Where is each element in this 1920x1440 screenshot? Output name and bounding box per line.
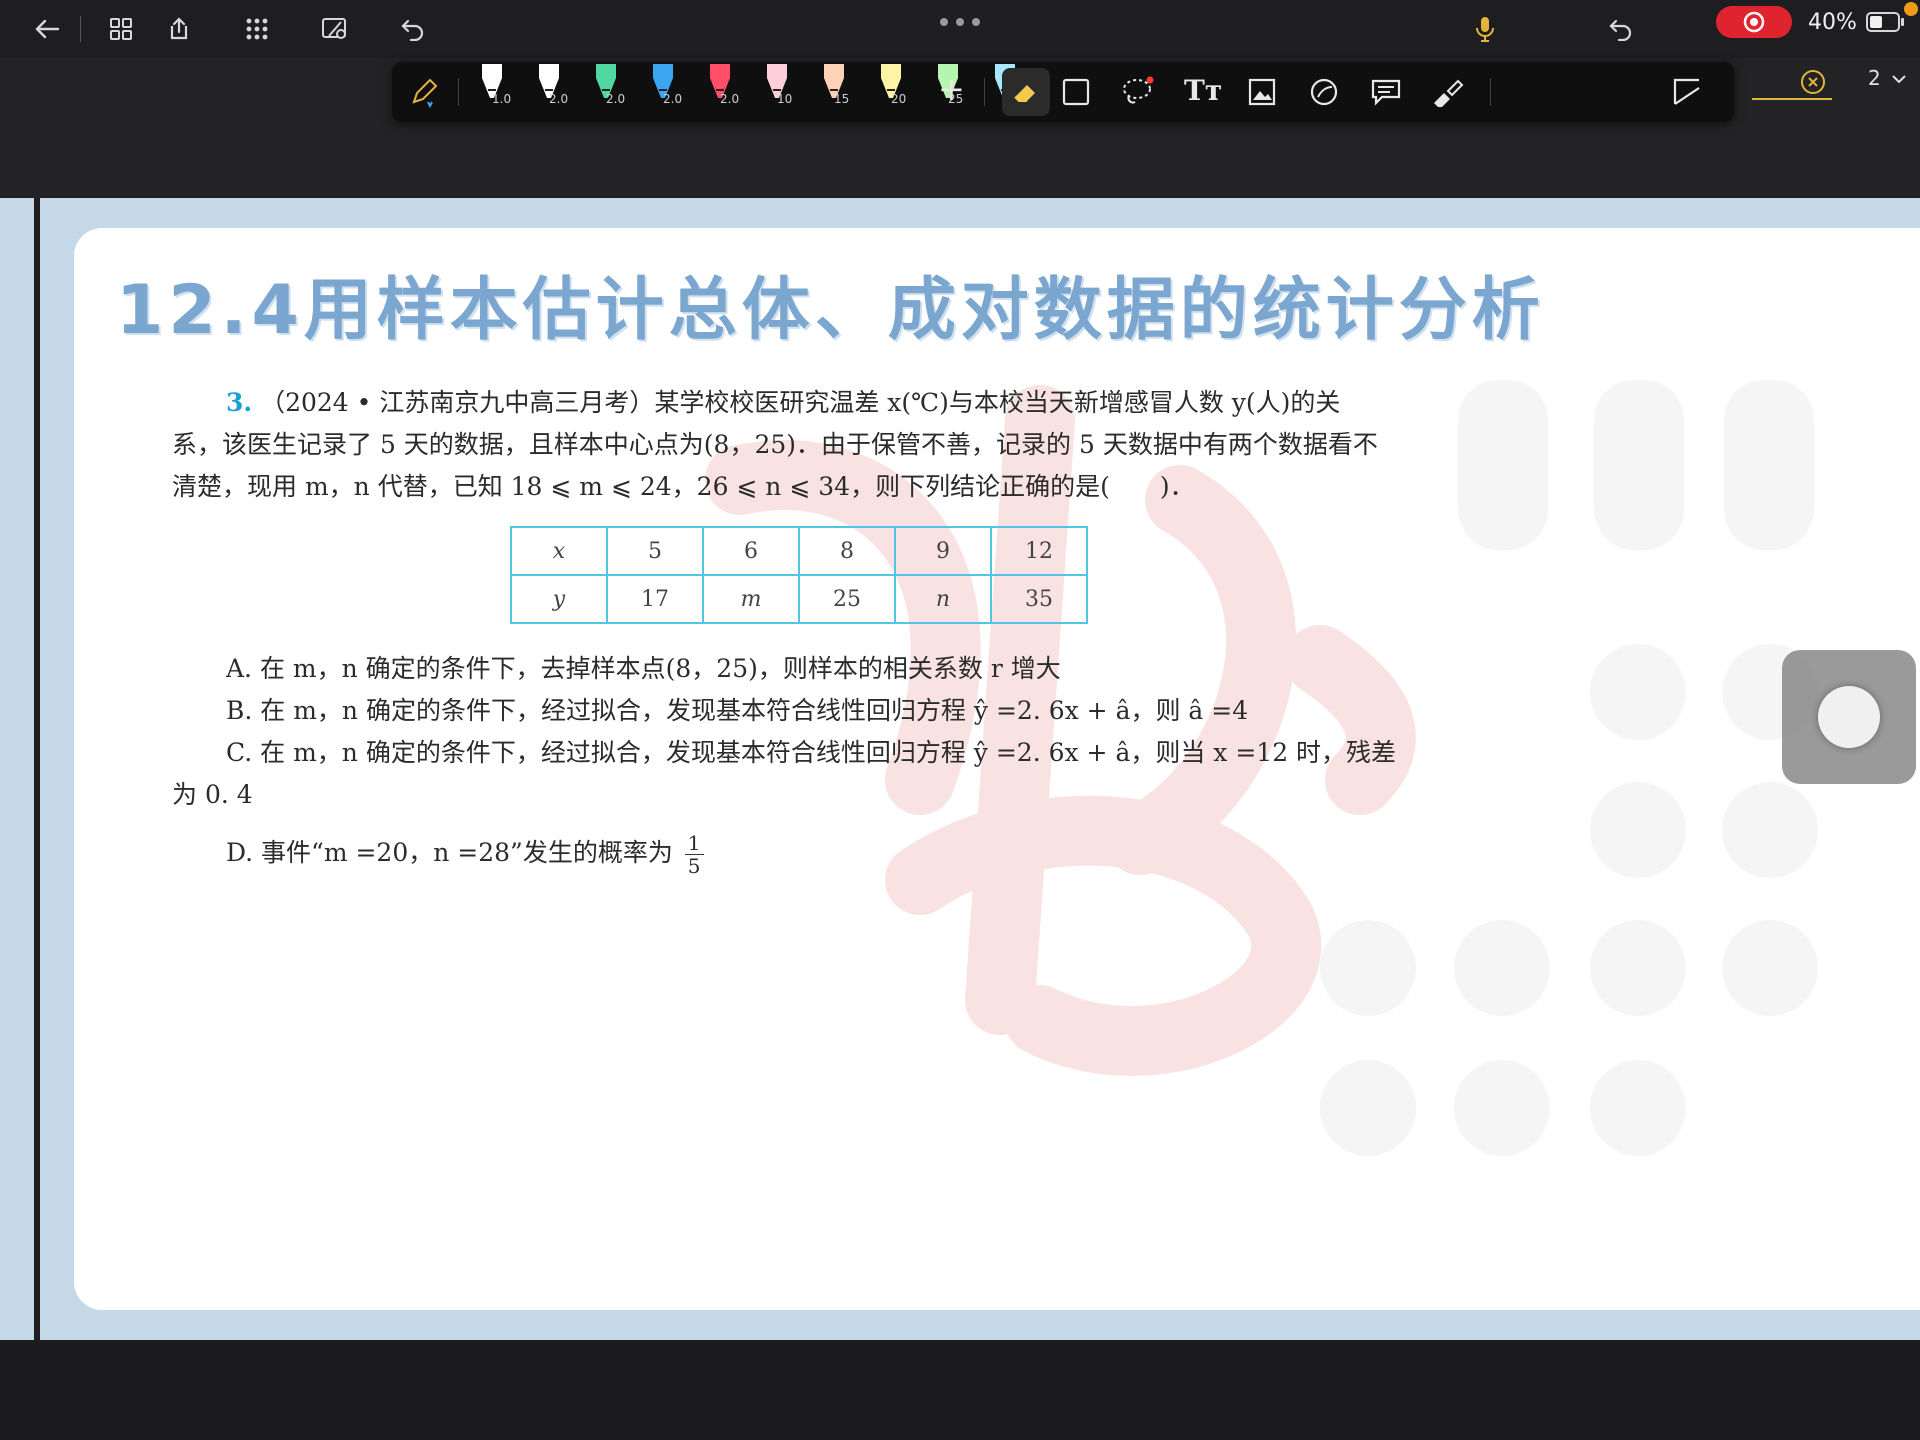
redo-icon[interactable] <box>1604 12 1638 46</box>
toolbar-divider <box>80 16 81 42</box>
toolbar-collapse-icon[interactable] <box>1668 74 1708 110</box>
table-cell: 6 <box>702 526 800 576</box>
pen-slot[interactable]: 2.0 <box>641 62 685 122</box>
option-d: D. 事件“m =20，n =28”发生的概率为 1 5 <box>226 832 704 877</box>
ghost-control <box>1724 380 1814 550</box>
pen-slot[interactable]: 20 <box>869 62 913 122</box>
question-line: 3. （2024 • 江苏南京九中高三月考）某学校校医研究温差 x(℃)与本校当… <box>172 382 1432 424</box>
question-line-3: 清楚，现用 m，n 代替，已知 18 ⩽ m ⩽ 24，26 ⩽ n ⩽ 34，… <box>172 472 1195 501</box>
ghost-control <box>1590 644 1686 740</box>
battery-percentage: 40% <box>1808 10 1857 35</box>
table-cell: 35 <box>990 574 1088 624</box>
table-cell: y <box>510 574 608 624</box>
text-tool-icon[interactable]: Tт <box>1184 74 1222 107</box>
lasso-icon[interactable] <box>1120 74 1156 110</box>
pen-width-label: 2.0 <box>606 92 626 106</box>
ghost-control <box>1320 1060 1416 1156</box>
pen-width-label: 1.0 <box>492 92 512 106</box>
fraction-denominator: 5 <box>687 854 701 878</box>
table-cell: n <box>894 574 992 624</box>
ghost-control <box>1590 782 1686 878</box>
toolbar-divider <box>1490 78 1491 106</box>
chevron-down-icon[interactable] <box>1888 68 1910 90</box>
apps-icon[interactable] <box>240 12 274 46</box>
question-number: 3. <box>226 388 253 417</box>
option-d-text: D. 事件“m =20，n =28”发生的概率为 <box>226 838 673 867</box>
pen-slot[interactable]: 10 <box>755 62 799 122</box>
pen-width-label: 15 <box>834 92 850 106</box>
bottom-area <box>0 1340 1920 1440</box>
microphone-icon[interactable] <box>1468 12 1502 46</box>
ghost-control <box>1320 920 1416 1016</box>
add-pen-button[interactable]: + <box>938 70 965 108</box>
table-cell: 5 <box>606 526 704 576</box>
fraction: 1 5 <box>684 832 704 878</box>
pen-slot[interactable]: 15 <box>812 62 856 122</box>
table-cell: x <box>510 526 608 576</box>
option-b: B. 在 m，n 确定的条件下，经过拟合，发现基本符合线性回归方程 ŷ =2. … <box>226 696 1249 725</box>
screen-record-indicator[interactable] <box>1716 6 1792 38</box>
shape-tool-icon[interactable] <box>1058 74 1094 110</box>
ghost-control <box>1454 1060 1550 1156</box>
option-c-continued: 为 0. 4 <box>172 780 253 809</box>
pen-toolbar: 1.02.02.02.02.01015202530 + Tт <box>392 62 1734 122</box>
question-line-1: （2024 • 江苏南京九中高三月考）某学校校医研究温差 x(℃)与本校当天新增… <box>260 388 1341 417</box>
close-search-icon[interactable] <box>1796 66 1830 98</box>
pen-slot[interactable]: 1.0 <box>470 62 514 122</box>
export-icon[interactable] <box>162 12 196 46</box>
question-text: 3. （2024 • 江苏南京九中高三月考）某学校校医研究温差 x(℃)与本校当… <box>172 382 1432 508</box>
pen-width-label: 2.0 <box>663 92 683 106</box>
pen-slot[interactable]: 2.0 <box>584 62 628 122</box>
pen-slot[interactable]: 2.0 <box>698 62 742 122</box>
laser-pointer-icon[interactable] <box>1428 74 1468 110</box>
fraction-numerator: 1 <box>684 832 704 855</box>
ghost-control <box>1722 920 1818 1016</box>
search-underline <box>1752 98 1832 100</box>
table-cell: 25 <box>798 574 896 624</box>
notification-dot <box>1904 2 1918 16</box>
eraser-icon[interactable] <box>1002 68 1050 116</box>
table-cell: 12 <box>990 526 1088 576</box>
page-heading: 12.4用样本估计总体、成对数据的统计分析 <box>116 271 1545 350</box>
ghost-control <box>1590 1060 1686 1156</box>
battery-icon <box>1864 10 1908 34</box>
table-cell: 17 <box>606 574 704 624</box>
table-cell: 8 <box>798 526 896 576</box>
ghost-control <box>1454 920 1550 1016</box>
ghost-control <box>1458 380 1548 550</box>
back-arrow-icon[interactable] <box>30 12 64 46</box>
sticker-icon[interactable] <box>1306 74 1342 110</box>
undo-icon[interactable] <box>396 12 430 46</box>
table-row-y: y 17 m 25 n 35 <box>510 574 1088 624</box>
ghost-control <box>1722 782 1818 878</box>
toolbar-divider <box>458 78 459 106</box>
table-cell: m <box>702 574 800 624</box>
option-c: C. 在 m，n 确定的条件下，经过拟合，发现基本符合线性回归方程 ŷ =2. … <box>226 738 1397 767</box>
pen-width-label: 2.0 <box>549 92 569 106</box>
assistive-touch-dot <box>1818 686 1880 748</box>
grid-view-icon[interactable] <box>104 12 138 46</box>
pen-width-label: 20 <box>891 92 907 106</box>
comment-icon[interactable] <box>1368 74 1404 110</box>
pen-slot[interactable]: 2.0 <box>527 62 571 122</box>
page-number-selector[interactable]: 2 <box>1868 66 1881 90</box>
ghost-control <box>1590 920 1686 1016</box>
pen-width-label: 2.0 <box>720 92 740 106</box>
multitask-dots-icon[interactable] <box>938 12 982 26</box>
option-a: A. 在 m，n 确定的条件下，去掉样本点(8，25)，则样本的相关系数 r 增… <box>226 654 1061 683</box>
page-divider-strip <box>34 198 40 1340</box>
hide-toolbar-icon[interactable] <box>318 12 352 46</box>
ghost-control <box>1594 380 1684 550</box>
table-cell: 9 <box>894 526 992 576</box>
toolbar-divider <box>984 78 985 106</box>
question-line-2: 系，该医生记录了 5 天的数据，且样本中心点为(8，25)．由于保管不善，记录的… <box>172 430 1378 459</box>
data-table: x 5 6 8 9 12 y 17 m 25 n 35 <box>510 526 1088 624</box>
table-row-x: x 5 6 8 9 12 <box>510 526 1088 576</box>
pen-settings-icon[interactable] <box>406 74 442 110</box>
image-icon[interactable] <box>1244 74 1280 110</box>
pen-width-label: 10 <box>777 92 793 106</box>
